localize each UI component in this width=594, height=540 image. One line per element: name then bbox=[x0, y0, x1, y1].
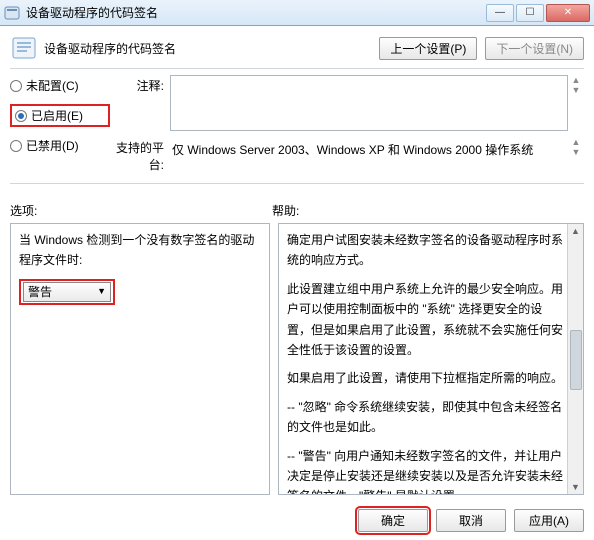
help-heading: 帮助: bbox=[272, 202, 299, 219]
scroll-down-icon: ▼ bbox=[571, 480, 580, 494]
radio-enabled[interactable]: 已启用(E) bbox=[15, 107, 105, 124]
minimize-button[interactable]: — bbox=[486, 4, 514, 22]
state-radios: 未配置(C) 已启用(E) 已禁用(D) bbox=[10, 75, 110, 154]
comment-scroll: ▲▼ bbox=[568, 75, 584, 95]
help-p1: 确定用户试图安装未经数字签名的设备驱动程序时系统的响应方式。 bbox=[287, 230, 565, 271]
chevron-down-icon: ▼ bbox=[97, 284, 106, 299]
radio-label: 已禁用(D) bbox=[26, 137, 79, 154]
response-select[interactable]: 警告 ▼ bbox=[23, 282, 111, 302]
close-button[interactable]: ✕ bbox=[546, 4, 590, 22]
help-panel: 确定用户试图安装未经数字签名的设备驱动程序时系统的响应方式。 此设置建立组中用户… bbox=[278, 223, 584, 495]
platform-value: 仅 Windows Server 2003、Windows XP 和 Windo… bbox=[170, 137, 568, 162]
scroll-thumb[interactable] bbox=[570, 330, 582, 390]
help-p2: 此设置建立组中用户系统上允许的最少安全响应。用户可以使用控制面板中的 "系统" … bbox=[287, 279, 565, 361]
divider bbox=[10, 183, 584, 184]
window-title: 设备驱动程序的代码签名 bbox=[26, 4, 484, 21]
prev-setting-button[interactable]: 上一个设置(P) bbox=[379, 37, 477, 60]
platform-label: 支持的平台: bbox=[110, 137, 170, 173]
radio-icon bbox=[10, 140, 22, 152]
window-controls: — ☐ ✕ bbox=[484, 4, 590, 22]
dialog-footer: 确定 取消 应用(A) bbox=[0, 501, 594, 540]
cancel-button[interactable]: 取消 bbox=[436, 509, 506, 532]
options-heading: 选项: bbox=[10, 202, 272, 219]
header: 设备驱动程序的代码签名 上一个设置(P) 下一个设置(N) bbox=[10, 34, 584, 62]
highlight-select: 警告 ▼ bbox=[19, 279, 115, 305]
help-p3: 如果启用了此设置，请使用下拉框指定所需的响应。 bbox=[287, 368, 565, 388]
radio-disabled[interactable]: 已禁用(D) bbox=[10, 137, 110, 154]
ok-button[interactable]: 确定 bbox=[358, 509, 428, 532]
next-setting-button: 下一个设置(N) bbox=[485, 37, 584, 60]
select-value: 警告 bbox=[28, 282, 52, 302]
app-icon bbox=[4, 5, 20, 21]
radio-icon bbox=[10, 80, 22, 92]
platform-row: 支持的平台: 仅 Windows Server 2003、Windows XP … bbox=[110, 137, 584, 173]
page-title: 设备驱动程序的代码签名 bbox=[44, 40, 379, 57]
platform-scroll: ▲▼ bbox=[568, 137, 584, 157]
radio-label: 未配置(C) bbox=[26, 77, 79, 94]
scroll-up-icon: ▲ bbox=[571, 224, 580, 238]
title-bar: 设备驱动程序的代码签名 — ☐ ✕ bbox=[0, 0, 594, 26]
help-p5: -- "警告" 向用户通知未经数字签名的文件，并让用户决定是停止安装还是继续安装… bbox=[287, 446, 565, 494]
radio-icon bbox=[15, 110, 27, 122]
help-scrollbar[interactable]: ▲ ▼ bbox=[567, 224, 583, 494]
highlight-enabled: 已启用(E) bbox=[10, 104, 110, 127]
help-p4: -- "忽略" 命令系统继续安装，即使其中包含未经签名的文件也是如此。 bbox=[287, 397, 565, 438]
comment-textarea[interactable] bbox=[170, 75, 568, 131]
radio-not-configured[interactable]: 未配置(C) bbox=[10, 77, 110, 94]
options-text: 当 Windows 检测到一个没有数字签名的驱动程序文件时: bbox=[19, 230, 261, 271]
policy-icon bbox=[10, 34, 38, 62]
apply-button[interactable]: 应用(A) bbox=[514, 509, 584, 532]
comment-label: 注释: bbox=[110, 75, 170, 94]
maximize-button[interactable]: ☐ bbox=[516, 4, 544, 22]
radio-label: 已启用(E) bbox=[31, 107, 83, 124]
options-panel: 当 Windows 检测到一个没有数字签名的驱动程序文件时: 警告 ▼ bbox=[10, 223, 270, 495]
comment-row: 注释: ▲▼ bbox=[110, 75, 584, 131]
divider bbox=[10, 68, 584, 69]
